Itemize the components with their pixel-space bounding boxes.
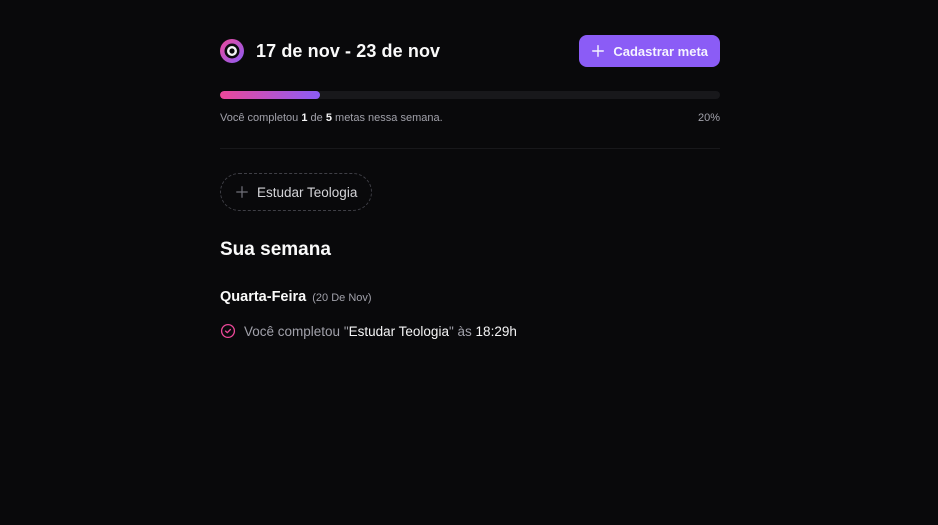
pending-goal-label: Estudar Teologia	[257, 184, 358, 200]
completion-time: 18:29h	[475, 323, 517, 339]
plus-icon	[592, 45, 605, 57]
completion-list: Você completou "Estudar Teologia" às 18:…	[220, 323, 720, 339]
progress-info: Você completou 1 de 5 metas nessa semana…	[220, 112, 720, 124]
progress-section: Você completou 1 de 5 metas nessa semana…	[220, 91, 720, 124]
completion-goal: Estudar Teologia	[348, 323, 449, 339]
progress-fill	[220, 91, 320, 99]
plus-icon	[236, 186, 248, 198]
create-goal-label: Cadastrar meta	[613, 43, 708, 59]
in-orbit-logo-icon	[220, 39, 244, 63]
header: 17 de nov - 23 de nov Cadastrar meta	[220, 35, 720, 67]
day-date: (20 De Nov)	[312, 292, 372, 304]
circle-check-icon	[220, 323, 236, 339]
completed-count: 1	[301, 112, 308, 124]
day-block: Quarta-Feira (20 De Nov) Você completou …	[220, 289, 720, 339]
create-goal-button[interactable]: Cadastrar meta	[579, 35, 720, 67]
day-weekday: Quarta-Feira	[220, 289, 307, 305]
pending-goal-button[interactable]: Estudar Teologia	[220, 173, 373, 211]
app-container: 17 de nov - 23 de nov Cadastrar meta Voc…	[220, 35, 720, 339]
progress-bar	[220, 91, 720, 99]
week-range-title: 17 de nov - 23 de nov	[256, 40, 441, 61]
total-count: 5	[325, 112, 332, 124]
completion-item: Você completou "Estudar Teologia" às 18:…	[220, 323, 720, 339]
progress-text: Você completou 1 de 5 metas nessa semana…	[220, 112, 443, 124]
divider	[220, 148, 720, 149]
completion-text: Você completou "Estudar Teologia" às 18:…	[244, 323, 517, 339]
header-left: 17 de nov - 23 de nov	[220, 39, 440, 63]
progress-percent: 20%	[697, 112, 720, 124]
week-summary-title: Sua semana	[220, 239, 331, 260]
day-heading: Quarta-Feira (20 De Nov)	[220, 289, 720, 305]
pending-goals: Estudar Teologia	[220, 173, 720, 211]
